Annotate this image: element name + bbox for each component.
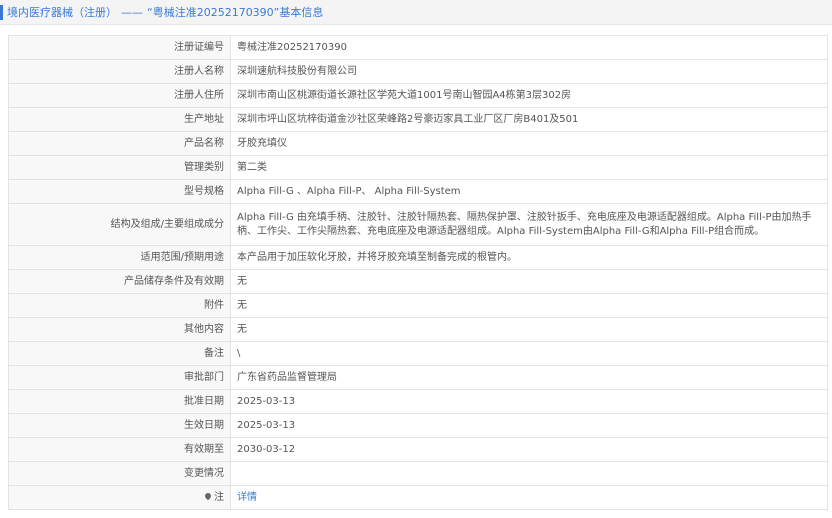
- table-row: 附件 无: [8, 293, 828, 318]
- page-header: 境内医疗器械（注册） —— “粤械注准20252170390”基本信息: [0, 0, 832, 25]
- field-value: 本产品用于加压软化牙胶，并将牙胶充填至制备完成的根管内。: [230, 245, 828, 270]
- field-value: \: [230, 341, 828, 366]
- header-accent-bar: [0, 5, 3, 20]
- note-value: 详情: [230, 485, 828, 510]
- table-row: 有效期至 2030-03-12: [8, 437, 828, 462]
- table-row: 注册证编号 粤械注准20252170390: [8, 35, 828, 60]
- field-value: 无: [230, 293, 828, 318]
- table-row: 适用范围/预期用途 本产品用于加压软化牙胶，并将牙胶充填至制备完成的根管内。: [8, 245, 828, 270]
- field-label: 型号规格: [8, 179, 231, 204]
- table-row: 备注 \: [8, 341, 828, 366]
- details-link[interactable]: 详情: [237, 492, 257, 503]
- field-label: 结构及组成/主要组成成分: [8, 203, 231, 246]
- table-row: 注册人住所 深圳市南山区桃源街道长源社区学苑大道1001号南山智园A4栋第3层3…: [8, 83, 828, 108]
- note-label: 注: [8, 485, 231, 510]
- table-row: 型号规格 Alpha Fill-G 、Alpha Fill-P、 Alpha F…: [8, 179, 828, 204]
- table-row: 生效日期 2025-03-13: [8, 413, 828, 438]
- registration-info-table: 注册证编号 粤械注准20252170390 注册人名称 深圳速航科技股份有限公司…: [8, 35, 828, 510]
- field-value: 广东省药品监督管理局: [230, 365, 828, 390]
- table-row: 注 详情: [8, 485, 828, 510]
- field-label: 产品储存条件及有效期: [8, 269, 231, 294]
- table-row: 产品名称 牙胶充填仪: [8, 131, 828, 156]
- table-row: 批准日期 2025-03-13: [8, 389, 828, 414]
- field-value: Alpha Fill-G 由充填手柄、注胶针、注胶针隔热套、隔热保护罩、注胶针扳…: [230, 203, 828, 246]
- table-row: 审批部门 广东省药品监督管理局: [8, 365, 828, 390]
- field-label: 备注: [8, 341, 231, 366]
- field-label: 产品名称: [8, 131, 231, 156]
- breadcrumb-title: “粤械注准20252170390”基本信息: [147, 6, 324, 19]
- field-label: 管理类别: [8, 155, 231, 180]
- field-value: [230, 461, 828, 486]
- breadcrumb-separator: ——: [121, 6, 143, 19]
- field-label: 适用范围/预期用途: [8, 245, 231, 270]
- field-value: 无: [230, 269, 828, 294]
- table-row: 生产地址 深圳市坪山区坑梓街道金沙社区荣峰路2号豪迈家具工业厂区厂房B401及5…: [8, 107, 828, 132]
- field-value: 无: [230, 317, 828, 342]
- table-row: 变更情况: [8, 461, 828, 486]
- field-value: 2025-03-13: [230, 389, 828, 414]
- table-row: 产品储存条件及有效期 无: [8, 269, 828, 294]
- field-value: Alpha Fill-G 、Alpha Fill-P、 Alpha Fill-S…: [230, 179, 828, 204]
- table-row: 注册人名称 深圳速航科技股份有限公司: [8, 59, 828, 84]
- field-label: 生产地址: [8, 107, 231, 132]
- field-label: 其他内容: [8, 317, 231, 342]
- field-label: 注册证编号: [8, 35, 231, 60]
- table-row: 其他内容 无: [8, 317, 828, 342]
- field-value: 深圳市坪山区坑梓街道金沙社区荣峰路2号豪迈家具工业厂区厂房B401及501: [230, 107, 828, 132]
- field-value: 2025-03-13: [230, 413, 828, 438]
- breadcrumb-category[interactable]: 境内医疗器械（注册）: [7, 6, 117, 19]
- field-value: 深圳市南山区桃源街道长源社区学苑大道1001号南山智园A4栋第3层302房: [230, 83, 828, 108]
- field-label: 生效日期: [8, 413, 231, 438]
- field-value: 2030-03-12: [230, 437, 828, 462]
- field-label: 有效期至: [8, 437, 231, 462]
- field-label: 变更情况: [8, 461, 231, 486]
- field-value: 深圳速航科技股份有限公司: [230, 59, 828, 84]
- field-label: 注册人名称: [8, 59, 231, 84]
- table-row: 管理类别 第二类: [8, 155, 828, 180]
- table-row: 结构及组成/主要组成成分 Alpha Fill-G 由充填手柄、注胶针、注胶针隔…: [8, 203, 828, 246]
- field-value: 牙胶充填仪: [230, 131, 828, 156]
- breadcrumb: 境内医疗器械（注册） —— “粤械注准20252170390”基本信息: [7, 5, 323, 20]
- field-label: 批准日期: [8, 389, 231, 414]
- field-label: 注册人住所: [8, 83, 231, 108]
- map-pin-icon: [203, 491, 213, 500]
- field-label: 审批部门: [8, 365, 231, 390]
- field-value: 第二类: [230, 155, 828, 180]
- note-label-text: 注: [214, 491, 224, 503]
- field-label: 附件: [8, 293, 231, 318]
- field-value: 粤械注准20252170390: [230, 35, 828, 60]
